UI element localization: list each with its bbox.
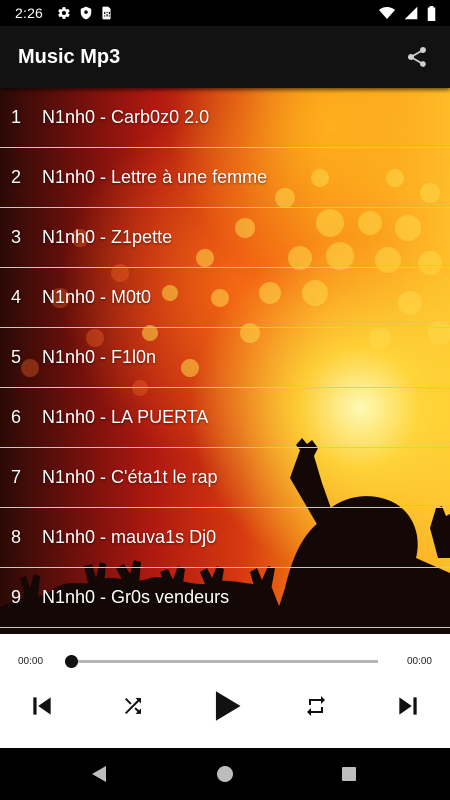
track-title: N1nh0 - C'éta1t le rap <box>42 467 218 487</box>
skip-previous-icon <box>29 693 55 719</box>
track-title: N1nh0 - Carb0z0 2.0 <box>42 107 210 127</box>
track-item[interactable]: 6 N1nh0 - LA PUERTA <box>0 388 450 448</box>
track-number: 9 <box>11 587 22 607</box>
total-time: 00:00 <box>406 656 432 667</box>
back-triangle-icon <box>91 765 107 783</box>
status-time: 2:26 <box>15 5 44 21</box>
recents-square-icon <box>341 766 357 782</box>
home-circle-icon <box>216 765 234 783</box>
nav-recents-button[interactable] <box>329 754 369 794</box>
track-number: 2 <box>11 167 22 187</box>
track-number: 3 <box>11 227 22 247</box>
gear-icon <box>57 6 71 20</box>
track-list: 1 N1nh0 - Carb0z0 2.0 2 N1nh0 - Lettre à… <box>0 88 450 628</box>
status-bar: 2:26 <box>0 0 450 26</box>
track-title: N1nh0 - mauva1s Dj0 <box>42 527 217 547</box>
play-icon <box>212 690 242 722</box>
seek-bar[interactable] <box>72 660 378 663</box>
track-title: N1nh0 - F1l0n <box>42 347 157 367</box>
track-number: 1 <box>11 107 22 127</box>
track-number: 8 <box>11 527 22 547</box>
track-title: N1nh0 - Lettre à une femme <box>42 167 268 187</box>
track-number: 7 <box>11 467 22 487</box>
skip-previous-button[interactable] <box>20 686 64 726</box>
system-nav-bar <box>0 748 450 800</box>
track-item[interactable]: 8 N1nh0 - mauva1s Dj0 <box>0 508 450 568</box>
app-title: Music Mp3 <box>18 45 121 68</box>
repeat-icon <box>304 694 328 718</box>
wifi-icon <box>379 6 395 20</box>
shield-icon <box>80 6 92 20</box>
track-title: N1nh0 - M0t0 <box>42 287 152 307</box>
track-list-area: 1 N1nh0 - Carb0z0 2.0 2 N1nh0 - Lettre à… <box>0 88 450 634</box>
play-button[interactable] <box>205 686 249 726</box>
track-item[interactable]: 3 N1nh0 - Z1pette <box>0 208 450 268</box>
track-number: 5 <box>11 347 22 367</box>
share-button[interactable] <box>402 42 432 72</box>
track-item[interactable]: 1 N1nh0 - Carb0z0 2.0 <box>0 88 450 148</box>
track-item[interactable]: 5 N1nh0 - F1l0n <box>0 328 450 388</box>
track-item[interactable]: 7 N1nh0 - C'éta1t le rap <box>0 448 450 508</box>
battery-icon <box>427 5 436 21</box>
player-panel: 00:00 00:00 <box>0 634 450 748</box>
sim-card-icon <box>101 6 112 20</box>
track-item[interactable]: 9 N1nh0 - Gr0s vendeurs <box>0 568 450 628</box>
shuffle-button[interactable] <box>111 686 155 726</box>
skip-next-button[interactable] <box>386 686 430 726</box>
track-item[interactable]: 4 N1nh0 - M0t0 <box>0 268 450 328</box>
skip-next-icon <box>395 693 421 719</box>
shuffle-icon <box>121 694 145 718</box>
seek-thumb[interactable] <box>65 655 78 668</box>
signal-icon <box>404 6 418 20</box>
app-bar: Music Mp3 <box>0 26 450 88</box>
track-title: N1nh0 - Gr0s vendeurs <box>42 587 230 607</box>
track-title: N1nh0 - Z1pette <box>42 227 173 247</box>
share-icon <box>405 45 429 69</box>
track-title: N1nh0 - LA PUERTA <box>42 407 209 427</box>
elapsed-time: 00:00 <box>18 656 44 667</box>
nav-home-button[interactable] <box>205 754 245 794</box>
repeat-button[interactable] <box>294 686 338 726</box>
track-item[interactable]: 2 N1nh0 - Lettre à une femme <box>0 148 450 208</box>
nav-back-button[interactable] <box>79 754 119 794</box>
track-number: 4 <box>11 287 22 307</box>
track-number: 6 <box>11 407 22 427</box>
